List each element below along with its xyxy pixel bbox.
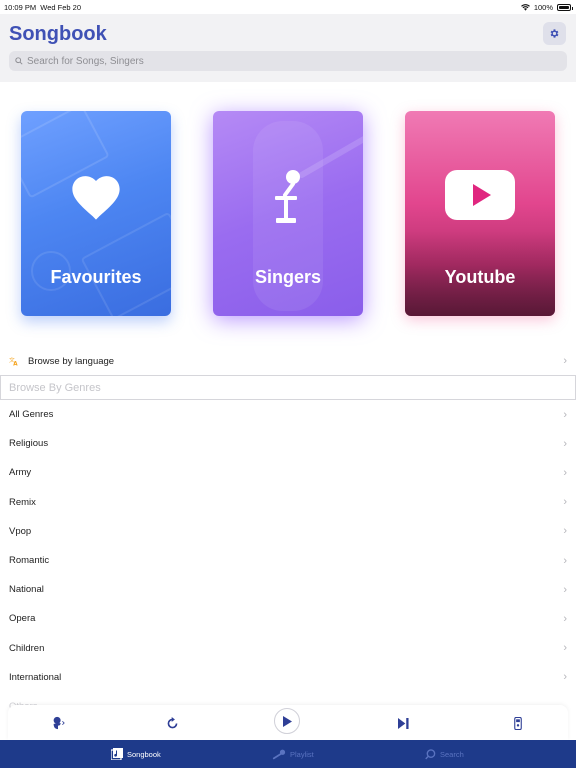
chevron-right-icon: ›	[563, 554, 567, 567]
list-item[interactable]: Army ›	[0, 458, 576, 487]
search-bar[interactable]	[9, 51, 567, 71]
list-item[interactable]: Religious ›	[0, 429, 576, 458]
heart-icon	[72, 176, 120, 220]
favourites-card[interactable]: Favourites	[21, 111, 171, 316]
list-item[interactable]: Children ›	[0, 634, 576, 663]
skip-forward-button[interactable]	[394, 714, 412, 732]
gear-icon	[550, 29, 559, 38]
remote-icon	[514, 716, 522, 730]
status-time: 10:09 PM Wed Feb 20	[4, 3, 82, 12]
card-label: Favourites	[50, 267, 142, 287]
chevron-right-icon: ›	[563, 355, 567, 367]
list-item[interactable]: Vpop ›	[0, 517, 576, 546]
chevron-right-icon: ›	[563, 437, 567, 450]
genres-section-header: Browse By Genres	[0, 375, 576, 400]
card-label: Singers	[254, 267, 322, 287]
tab-bar: Songbook Playlist Search	[0, 740, 576, 768]
skip-forward-icon	[397, 717, 409, 729]
chevron-right-icon: ›	[563, 642, 567, 655]
tab-playlist[interactable]: Playlist	[272, 740, 314, 768]
search-input[interactable]	[27, 55, 547, 67]
list-item[interactable]: Opera ›	[0, 604, 576, 633]
page-title: Songbook	[9, 23, 107, 45]
list-item[interactable]: Remix ›	[0, 488, 576, 517]
singers-card[interactable]: Singers	[213, 111, 363, 316]
repeat-button[interactable]	[163, 714, 181, 732]
play-icon	[283, 715, 292, 727]
genre-list: All Genres › Religious › Army › Remix › Vpop…	[0, 400, 576, 721]
repeat-icon	[167, 716, 177, 728]
chevron-right-icon: ›	[563, 496, 567, 509]
chevron-right-icon: ›	[563, 466, 567, 479]
tab-songbook[interactable]: Songbook	[111, 740, 161, 768]
chevron-right-icon: ›	[563, 525, 567, 538]
wifi-icon	[520, 4, 530, 11]
status-bar: 10:09 PM Wed Feb 20 100%	[0, 0, 576, 14]
youtube-play-icon	[445, 170, 515, 220]
svg-text:A: A	[13, 362, 18, 366]
microphone-icon	[275, 170, 300, 223]
browse-language-label: Browse by language	[28, 355, 115, 367]
category-cards: Favourites Singers Youtube	[0, 111, 576, 316]
list-item[interactable]: Romantic ›	[0, 546, 576, 575]
list-item[interactable]: International ›	[0, 663, 576, 692]
list-item[interactable]: National ›	[0, 575, 576, 604]
search-icon	[15, 57, 23, 65]
youtube-card[interactable]: Youtube	[405, 111, 555, 316]
card-label: Youtube	[444, 267, 516, 287]
translate-icon: 文A	[9, 356, 18, 366]
list-item[interactable]: All Genres ›	[0, 400, 576, 429]
battery-percent: 100%	[533, 3, 553, 12]
browse-by-language-row[interactable]: 文A Browse by language ›	[0, 348, 576, 374]
microphone-icon	[272, 749, 286, 760]
battery-icon	[557, 4, 573, 11]
chevron-right-icon: ›	[563, 408, 567, 421]
search-icon	[425, 748, 436, 759]
chevron-right-icon: ›	[563, 671, 567, 684]
player-controls	[8, 705, 568, 740]
remote-button[interactable]	[509, 714, 527, 732]
play-button[interactable]	[274, 708, 300, 734]
vocal-icon	[53, 716, 65, 730]
chevron-right-icon: ›	[563, 583, 567, 596]
settings-button[interactable]	[543, 22, 566, 45]
tab-search[interactable]: Search	[425, 740, 464, 768]
songbook-icon	[111, 748, 123, 760]
header: Songbook	[0, 14, 576, 82]
chevron-right-icon: ›	[563, 612, 567, 625]
vocal-button[interactable]	[49, 714, 67, 732]
